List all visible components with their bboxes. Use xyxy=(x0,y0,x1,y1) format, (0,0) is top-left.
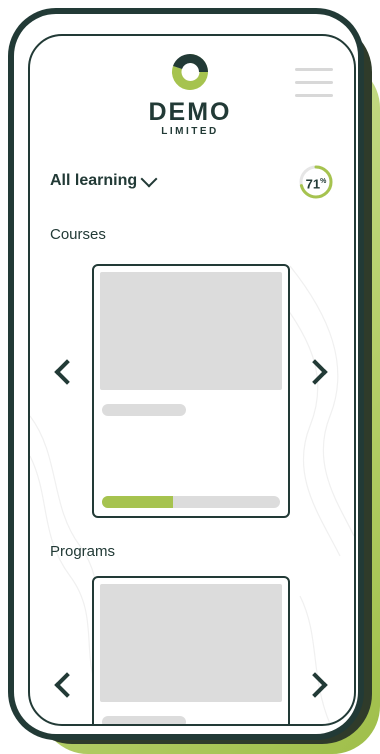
logo-mark-icon xyxy=(171,53,208,90)
menu-line xyxy=(295,81,333,84)
section-title-courses: Courses xyxy=(50,226,106,243)
courses-prev-arrow-icon[interactable] xyxy=(54,359,80,385)
menu-line xyxy=(295,94,333,97)
learning-filter-dropdown[interactable]: All learning xyxy=(50,170,158,190)
app-screen: DEMO LIMITED All learning 71% Courses Pr… xyxy=(28,34,356,726)
filter-label: All learning xyxy=(50,172,138,189)
program-title-placeholder xyxy=(102,716,186,724)
progress-value-text: 71 xyxy=(305,176,321,192)
courses-next-arrow-icon[interactable] xyxy=(302,359,328,385)
program-card[interactable] xyxy=(92,576,290,724)
progress-value: 71% xyxy=(305,176,327,192)
program-thumbnail xyxy=(100,584,282,702)
programs-prev-arrow-icon[interactable] xyxy=(54,672,80,698)
course-thumbnail xyxy=(100,272,282,390)
section-title-programs: Programs xyxy=(50,543,116,560)
hamburger-menu-icon[interactable] xyxy=(295,68,333,100)
course-progress-bar xyxy=(102,496,280,508)
brand-name: DEMO xyxy=(148,98,232,126)
course-card[interactable] xyxy=(92,264,290,518)
course-title-placeholder xyxy=(102,404,186,416)
chevron-down-icon xyxy=(140,170,158,187)
programs-next-arrow-icon[interactable] xyxy=(302,672,328,698)
menu-line xyxy=(295,68,333,71)
course-progress-fill xyxy=(102,496,174,508)
brand-subtitle: LIMITED xyxy=(161,126,219,137)
